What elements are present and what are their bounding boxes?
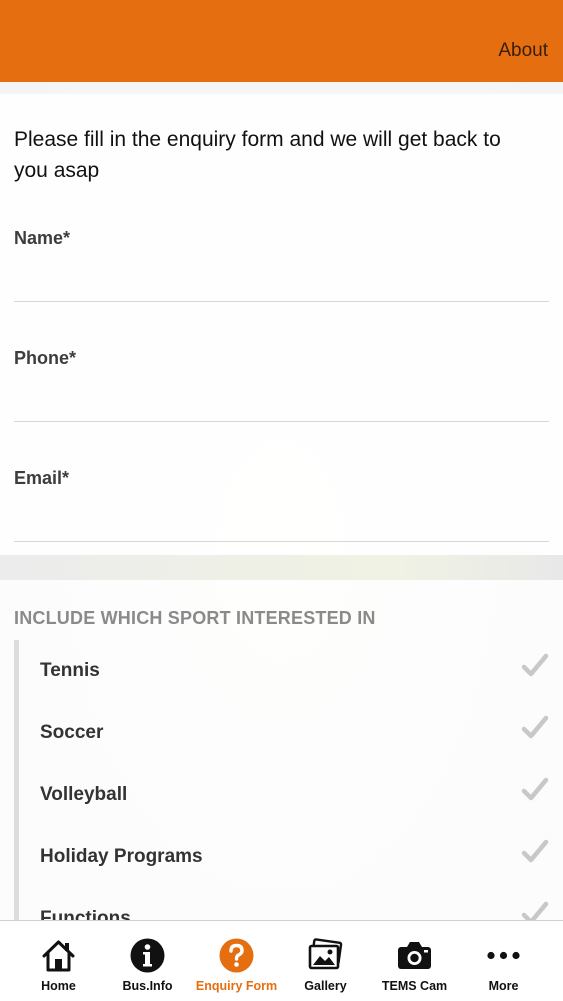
app-header: About — [0, 0, 563, 82]
more-icon — [487, 951, 520, 960]
sport-label: Holiday Programs — [40, 846, 203, 867]
sport-item-soccer[interactable]: Soccer — [19, 702, 563, 764]
name-input[interactable] — [14, 258, 553, 300]
question-icon — [219, 938, 254, 973]
tab-label: TEMS Cam — [381, 979, 448, 993]
tab-label: Enquiry Form — [195, 979, 278, 993]
section-divider — [0, 555, 563, 580]
sport-label: Functions — [40, 908, 131, 920]
tab-bus-info[interactable]: Bus.Info — [103, 921, 192, 1001]
tab-label: Gallery — [304, 979, 347, 993]
home-icon — [42, 940, 75, 972]
bottom-tab-bar: Home Bus.Info Enquiry Form Gallery TEMS … — [0, 920, 563, 1001]
tab-label: Home — [41, 979, 76, 993]
tab-more[interactable]: More — [459, 921, 548, 1001]
sport-item-tennis[interactable]: Tennis — [19, 640, 563, 702]
checkmark-icon — [521, 653, 549, 677]
content-area: Please fill in the enquiry form and we w… — [0, 82, 563, 920]
checkmark-icon — [521, 901, 549, 920]
sport-label: Tennis — [40, 660, 100, 681]
phone-input[interactable] — [14, 378, 553, 420]
sport-item-volleyball[interactable]: Volleyball — [19, 764, 563, 826]
form-intro: Please fill in the enquiry form and we w… — [14, 128, 501, 182]
phone-underline — [14, 421, 549, 422]
checkmark-icon — [521, 715, 549, 739]
name-field: Name* — [14, 228, 553, 348]
email-underline — [14, 541, 549, 542]
about-link[interactable]: About — [498, 40, 548, 62]
tab-gallery[interactable]: Gallery — [281, 921, 370, 1001]
tab-label: More — [488, 979, 519, 993]
tab-home[interactable]: Home — [14, 921, 103, 1001]
tab-label: Bus.Info — [122, 979, 173, 993]
tab-tems-cam[interactable]: TEMS Cam — [370, 921, 459, 1001]
checkmark-icon — [521, 777, 549, 801]
sports-header: INCLUDE WHICH SPORT INTERESTED IN — [14, 608, 376, 628]
checkmark-icon — [521, 839, 549, 863]
sport-label: Volleyball — [40, 784, 128, 805]
email-label: Email* — [14, 468, 70, 488]
email-input[interactable] — [14, 498, 553, 540]
name-label: Name* — [14, 228, 71, 248]
sports-list: Tennis Soccer Volleyball Holiday Program… — [14, 640, 563, 920]
phone-label: Phone* — [14, 348, 77, 368]
sport-item-holiday-programs[interactable]: Holiday Programs — [19, 826, 563, 888]
enquiry-form: Please fill in the enquiry form and we w… — [0, 94, 563, 555]
sport-label: Soccer — [40, 722, 104, 743]
phone-field: Phone* — [14, 348, 553, 468]
info-icon — [130, 938, 165, 973]
sports-section: INCLUDE WHICH SPORT INTERESTED IN Tennis… — [0, 580, 563, 920]
tab-enquiry-form[interactable]: Enquiry Form — [192, 921, 281, 1001]
gallery-icon — [308, 938, 343, 970]
name-underline — [14, 301, 549, 302]
camera-icon — [398, 942, 431, 969]
sport-item-functions[interactable]: Functions — [19, 888, 563, 920]
